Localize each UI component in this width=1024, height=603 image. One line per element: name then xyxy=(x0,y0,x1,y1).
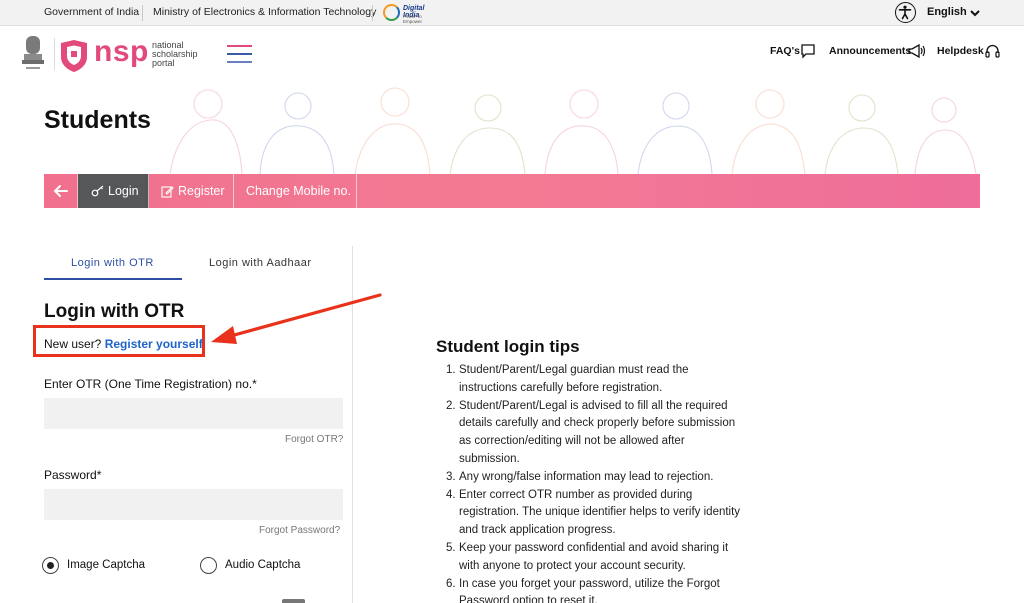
tip-text: Student/Parent/Legal guardian must read … xyxy=(459,364,689,394)
captcha-refresh-button[interactable] xyxy=(282,599,305,603)
form-title: Login with OTR xyxy=(44,301,185,322)
list-item: 3. Any wrong/false information may lead t… xyxy=(446,470,714,483)
digital-india-tagline: Power To Empower xyxy=(403,14,423,24)
tip-text: Student/Parent/Legal is advised to fill … xyxy=(459,399,736,465)
otr-input[interactable] xyxy=(44,398,343,429)
new-user-prefix: New user? xyxy=(44,337,102,351)
digital-india-icon xyxy=(383,4,400,21)
tips-list: 1. Student/Parent/Legal guardian must rea… xyxy=(436,362,741,603)
key-icon xyxy=(91,185,104,197)
faq-link[interactable]: FAQ's xyxy=(770,45,800,57)
new-user-line: New user? Register yourself xyxy=(44,337,203,351)
subtab-login-otr[interactable]: Login with OTR xyxy=(71,257,154,269)
language-select[interactable]: English xyxy=(927,6,967,18)
tip-text: Any wrong/false information may lead to … xyxy=(459,470,714,483)
students-illustration xyxy=(169,87,977,174)
subtab-login-aadhaar[interactable]: Login with Aadhaar xyxy=(209,257,312,269)
list-item: 1. Student/Parent/Legal guardian must rea… xyxy=(446,364,689,394)
menu-icon[interactable] xyxy=(227,44,252,64)
digital-india-logo[interactable]: Digital India Power To Empower xyxy=(383,3,439,24)
tip-text: Keep your password confidential and avoi… xyxy=(459,541,729,572)
student-nav-bar: Login Register Change Mobile no. xyxy=(44,174,980,208)
ministry-link[interactable]: Ministry of Electronics & Information Te… xyxy=(153,6,376,18)
megaphone-icon[interactable] xyxy=(907,43,927,59)
image-captcha-radio[interactable] xyxy=(42,557,59,574)
tab-change-mobile[interactable]: Change Mobile no. xyxy=(234,174,357,208)
tip-text: Enter correct OTR number as provided dur… xyxy=(459,488,741,537)
chevron-down-icon[interactable] xyxy=(969,4,981,22)
tab-register[interactable]: Register xyxy=(149,174,234,208)
register-yourself-link[interactable]: Register yourself xyxy=(105,337,203,351)
brand-subtitle: national scholarship portal xyxy=(152,40,198,68)
annotation-arrow-icon xyxy=(211,293,382,344)
list-item: 6. In case you forget your password, util… xyxy=(436,576,741,603)
otr-label: Enter OTR (One Time Registration) no.* xyxy=(44,377,257,391)
image-captcha-label: Image Captcha xyxy=(67,559,145,571)
page-title: Students xyxy=(44,106,151,134)
list-item: 5. Keep your password confidential and av… xyxy=(446,541,729,572)
brand-name[interactable]: nsp xyxy=(94,35,149,69)
arrow-left-icon xyxy=(53,185,68,197)
site-header: nsp national scholarship portal FAQ's An… xyxy=(0,26,1024,82)
back-button[interactable] xyxy=(44,174,78,208)
password-input[interactable] xyxy=(44,489,343,520)
list-item: 4. Enter correct OTR number as provided d… xyxy=(446,488,741,537)
gov-india-link[interactable]: Government of India xyxy=(44,6,139,18)
divider xyxy=(142,5,143,21)
divider xyxy=(372,5,373,21)
accessibility-icon[interactable] xyxy=(895,2,916,23)
tab-register-label: Register xyxy=(178,184,225,198)
divider xyxy=(54,38,55,70)
list-item: 2. Student/Parent/Legal is advised to fil… xyxy=(446,399,736,465)
audio-captcha-radio[interactable] xyxy=(200,557,217,574)
chat-icon[interactable] xyxy=(800,43,816,59)
tab-login-label: Login xyxy=(108,184,139,198)
password-label: Password* xyxy=(44,468,102,482)
national-emblem-icon xyxy=(22,36,44,69)
announcements-link[interactable]: Announcements xyxy=(829,45,911,57)
nsp-shield-logo[interactable] xyxy=(59,39,89,73)
helpdesk-link[interactable]: Helpdesk xyxy=(937,45,984,57)
edit-icon xyxy=(161,186,174,198)
tips-title: Student login tips xyxy=(436,337,580,356)
headset-icon[interactable] xyxy=(984,43,1001,60)
forgot-password-link[interactable]: Forgot Password? xyxy=(259,525,340,536)
hero-banner: Students xyxy=(0,82,1024,174)
active-subtab-indicator xyxy=(44,278,182,280)
government-bar: Government of India Ministry of Electron… xyxy=(0,0,1024,26)
tab-change-mobile-label: Change Mobile no. xyxy=(246,184,351,198)
tab-login[interactable]: Login xyxy=(78,174,149,208)
tip-text: In case you forget your password, utiliz… xyxy=(459,577,720,603)
audio-captcha-label: Audio Captcha xyxy=(225,559,301,571)
forgot-otr-link[interactable]: Forgot OTR? xyxy=(285,434,343,445)
